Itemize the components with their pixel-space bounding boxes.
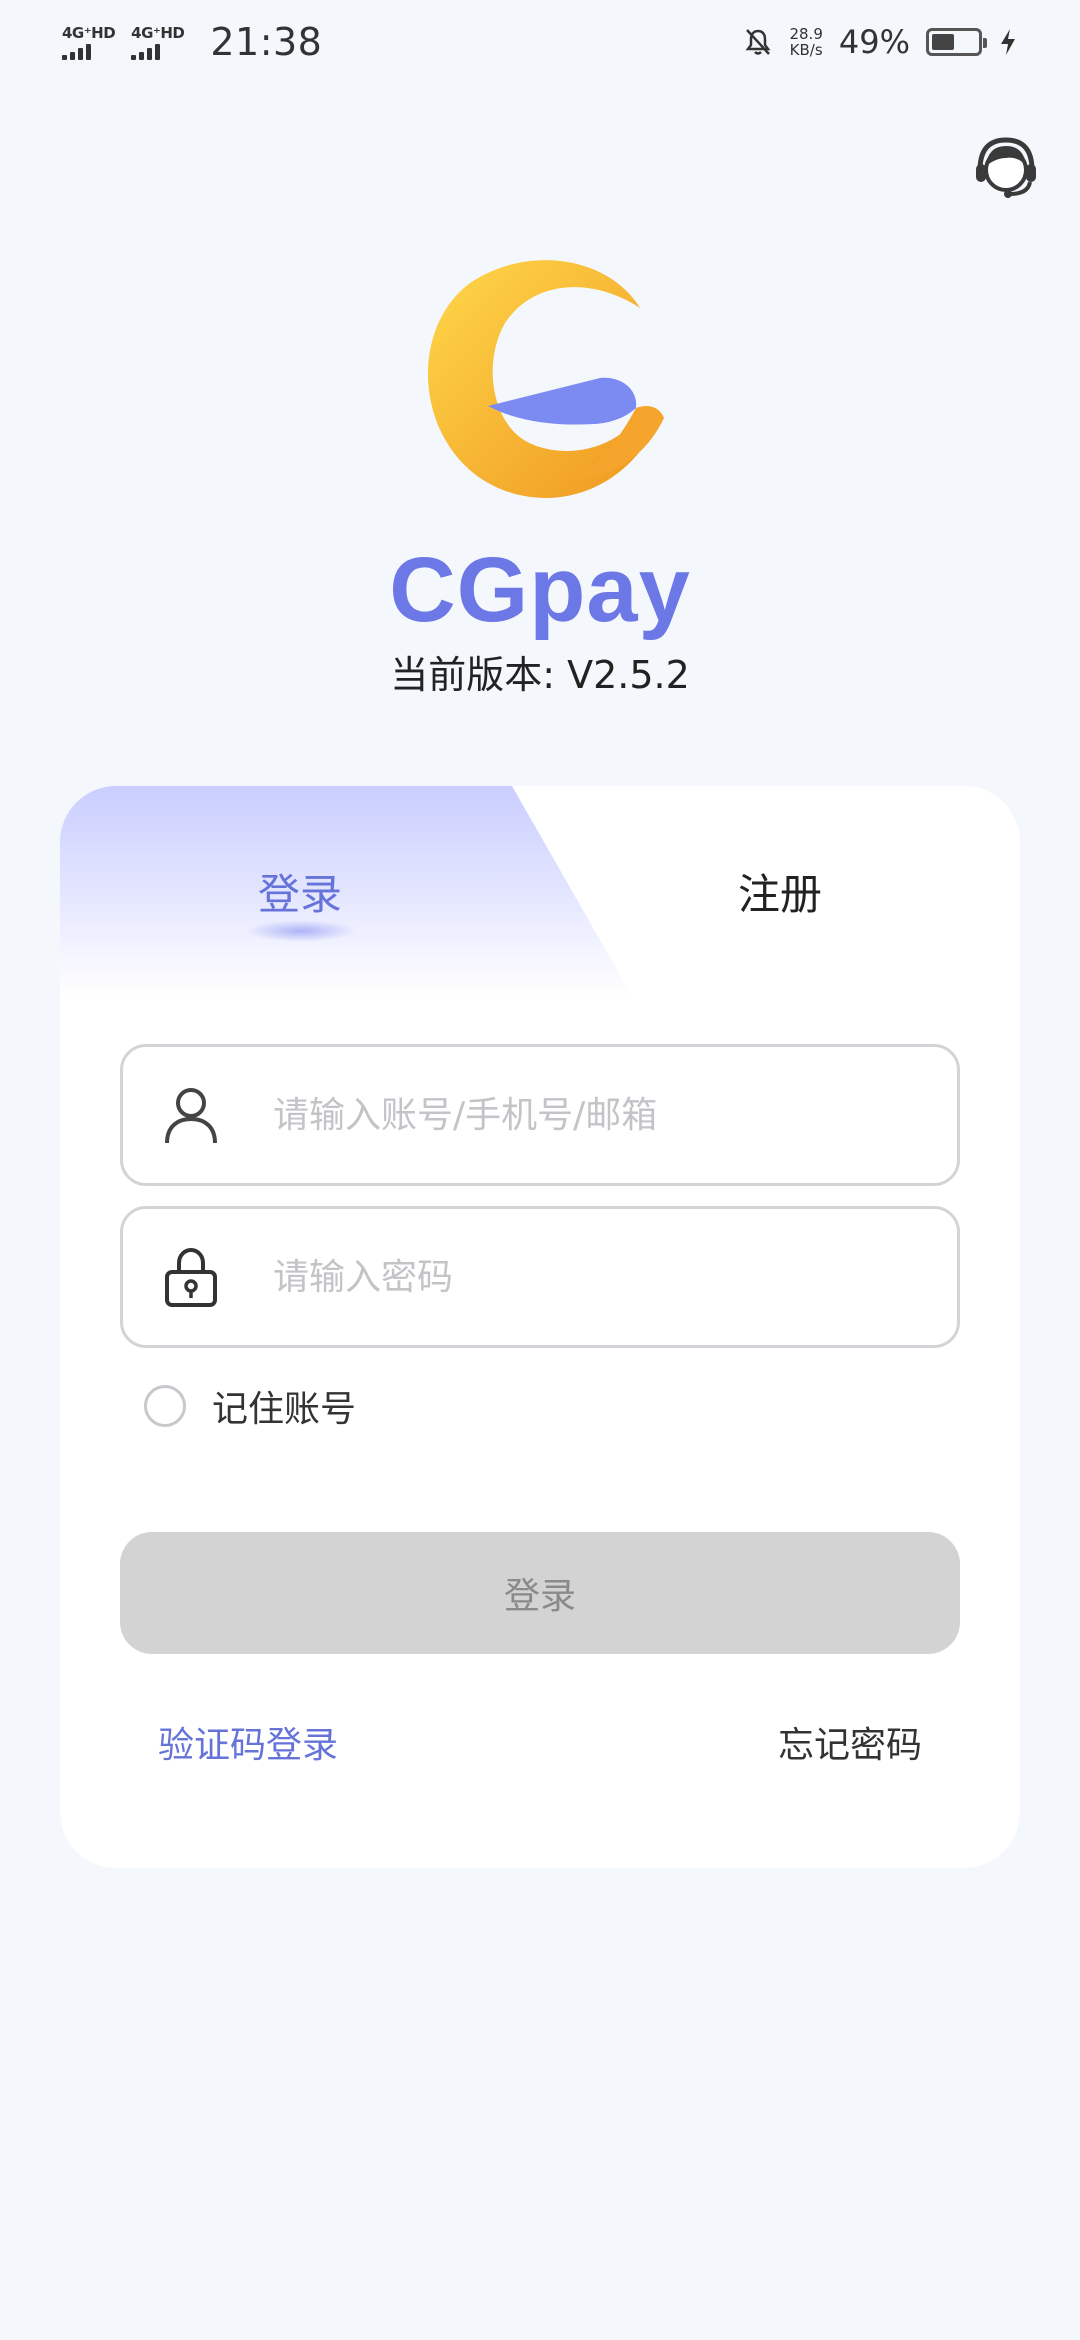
lock-icon (165, 1247, 217, 1307)
signal-bars-icon (131, 43, 161, 60)
remember-radio[interactable] (144, 1385, 186, 1427)
remember-account[interactable]: 记住账号 (144, 1380, 356, 1432)
status-bar: 4G⁺HD 4G⁺HD 21:38 28.9 KB/s 49% (0, 0, 1080, 84)
tab-register[interactable]: 注册 (540, 786, 1020, 996)
customer-service-button[interactable] (970, 132, 1042, 204)
signal-2: 4G⁺HD (131, 23, 185, 60)
clock: 21:38 (210, 20, 323, 64)
account-input[interactable] (273, 1047, 957, 1183)
network-type-2: 4G⁺HD (131, 23, 185, 42)
app-name: CGpay (389, 539, 691, 641)
cgpay-logo (427, 260, 664, 498)
login-button[interactable]: 登录 (120, 1532, 960, 1654)
network-speed: 28.9 KB/s (789, 26, 822, 58)
battery-percent: 49% (838, 23, 910, 61)
password-field[interactable] (120, 1206, 960, 1348)
auth-card: 登录 注册 记住账号 登录 验证码登录 忘记密码 (60, 786, 1020, 1868)
app-version: 当前版本: V2.5.2 (390, 653, 690, 697)
sms-login-link[interactable]: 验证码登录 (158, 1716, 338, 1768)
tab-login[interactable]: 登录 (60, 786, 540, 996)
charging-bolt-icon (1001, 29, 1015, 55)
password-input[interactable] (273, 1209, 957, 1345)
tab-login-label: 登录 (257, 869, 342, 919)
remember-label: 记住账号 (212, 1389, 357, 1430)
network-type-1: 4G⁺HD (62, 23, 116, 42)
account-field[interactable] (120, 1044, 960, 1186)
battery-icon (926, 28, 987, 56)
status-right: 28.9 KB/s 49% (743, 23, 1018, 61)
status-left: 4G⁺HD 4G⁺HD 21:38 (62, 20, 322, 64)
signal-1: 4G⁺HD (62, 23, 116, 60)
battery-level (932, 34, 954, 50)
speed-unit: KB/s (789, 41, 823, 59)
customer-service-icon (976, 137, 1036, 198)
tab-register-label: 注册 (737, 869, 822, 919)
signal-bars-icon (62, 43, 91, 60)
user-icon (165, 1088, 217, 1144)
forgot-password-link[interactable]: 忘记密码 (778, 1716, 922, 1768)
tab-indicator (246, 920, 356, 942)
bell-off-icon (745, 29, 771, 55)
speed-value: 28.9 (789, 25, 823, 43)
